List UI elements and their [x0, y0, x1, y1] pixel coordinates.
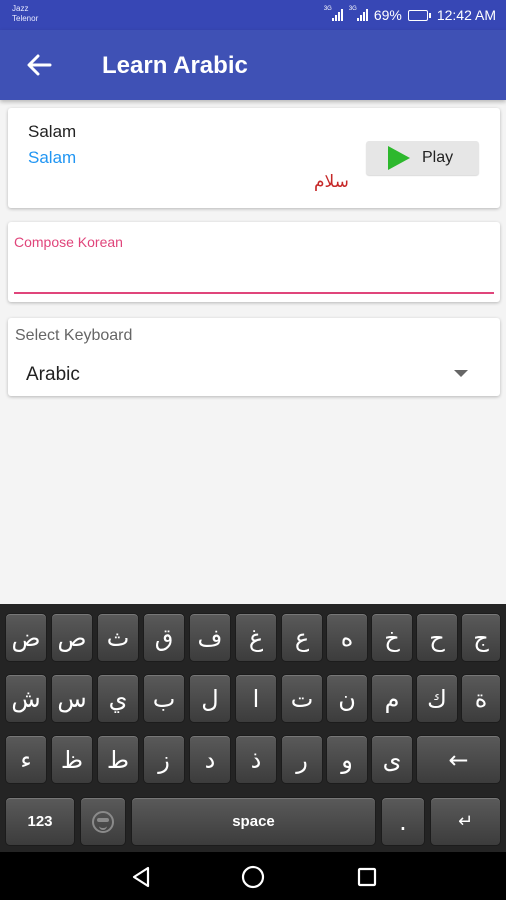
emoji-key[interactable]: [80, 797, 126, 846]
key-row2-9[interactable]: م: [371, 674, 413, 723]
key-row1-4[interactable]: ق: [143, 613, 185, 662]
status-bar: Jazz Telenor 3G 3G 69% 12:42 AM: [0, 0, 506, 30]
key-row1-1[interactable]: ض: [5, 613, 47, 662]
key-row1-2[interactable]: ص: [51, 613, 93, 662]
key-row2-2[interactable]: س: [51, 674, 93, 723]
battery-icon: [407, 9, 431, 21]
compose-card: Compose Korean: [8, 222, 500, 302]
key-row2-7[interactable]: ت: [281, 674, 323, 723]
key-row1-7[interactable]: ع: [281, 613, 323, 662]
page-title: Learn Arabic: [102, 52, 248, 79]
key-row3-7[interactable]: ر: [281, 735, 323, 784]
keyboard-select-card: Select Keyboard Arabic: [8, 318, 500, 396]
word-card: Salam Salam سلام Play: [8, 108, 500, 208]
select-keyboard-label: Select Keyboard: [15, 327, 133, 344]
on-screen-keyboard: ض ص ث ق ف غ ع ه خ ح ج ش س ي ب ل ا ت ن م …: [0, 604, 506, 852]
key-row2-3[interactable]: ي: [97, 674, 139, 723]
system-nav-bar: [0, 852, 506, 900]
key-row1-10[interactable]: ح: [416, 613, 458, 662]
signal-2-icon: 3G: [349, 6, 368, 21]
keyboard-dropdown-value: Arabic: [26, 364, 80, 385]
enter-key[interactable]: ↵: [430, 797, 501, 846]
compose-input[interactable]: [14, 258, 494, 294]
clock: 12:42 AM: [436, 7, 496, 23]
carrier-1: Jazz: [12, 4, 29, 13]
arrow-back-icon: [27, 54, 52, 76]
key-row3-1[interactable]: ء: [5, 735, 47, 784]
square-recent-icon: [357, 867, 377, 887]
key-row3-9[interactable]: ى: [371, 735, 413, 784]
word-english: Salam: [28, 122, 77, 141]
status-icons: 3G 3G 69% 12:42 AM: [324, 6, 496, 23]
nav-recent-button[interactable]: [354, 864, 380, 890]
nav-back-button[interactable]: [128, 864, 154, 890]
app-bar: Learn Arabic: [0, 30, 506, 100]
key-row1-3[interactable]: ث: [97, 613, 139, 662]
keyboard-dropdown[interactable]: [8, 348, 500, 396]
key-row3-5[interactable]: د: [189, 735, 231, 784]
key-row3-6[interactable]: ذ: [235, 735, 277, 784]
emoji-icon: [92, 810, 114, 833]
space-key[interactable]: space: [131, 797, 376, 846]
key-row3-4[interactable]: ز: [143, 735, 185, 784]
signal-1-icon: 3G: [324, 6, 343, 21]
key-row2-6[interactable]: ا: [235, 674, 277, 723]
battery-percent: 69%: [373, 7, 402, 23]
dropdown-arrow-icon: [454, 370, 468, 377]
backspace-key[interactable]: ←: [416, 735, 501, 784]
period-key[interactable]: .: [381, 797, 425, 846]
carrier-names: Jazz Telenor: [12, 4, 38, 24]
back-button[interactable]: [22, 50, 56, 80]
word-transliteration: Salam: [28, 148, 77, 167]
key-row2-8[interactable]: ن: [326, 674, 368, 723]
key-row2-11[interactable]: ة: [461, 674, 501, 723]
play-label: Play: [422, 149, 454, 166]
key-row3-8[interactable]: و: [326, 735, 368, 784]
compose-label: Compose Korean: [14, 234, 123, 250]
key-row1-5[interactable]: ف: [189, 613, 231, 662]
key-row2-5[interactable]: ل: [189, 674, 231, 723]
nav-home-button[interactable]: [240, 864, 266, 890]
triangle-back-icon: [132, 866, 150, 888]
play-button[interactable]: Play: [366, 141, 479, 175]
key-row2-10[interactable]: ك: [416, 674, 458, 723]
carrier-2: Telenor: [12, 14, 39, 23]
key-row2-1[interactable]: ش: [5, 674, 47, 723]
key-row1-8[interactable]: ه: [326, 613, 368, 662]
key-row2-4[interactable]: ب: [143, 674, 185, 723]
circle-home-icon: [241, 865, 265, 889]
key-row1-6[interactable]: غ: [235, 613, 277, 662]
key-row1-11[interactable]: ج: [461, 613, 501, 662]
numbers-key[interactable]: 123: [5, 797, 75, 846]
play-triangle-icon: [388, 146, 410, 170]
key-row1-9[interactable]: خ: [371, 613, 413, 662]
key-row3-2[interactable]: ظ: [51, 735, 93, 784]
word-arabic: سلام: [314, 172, 349, 192]
key-row3-3[interactable]: ط: [97, 735, 139, 784]
